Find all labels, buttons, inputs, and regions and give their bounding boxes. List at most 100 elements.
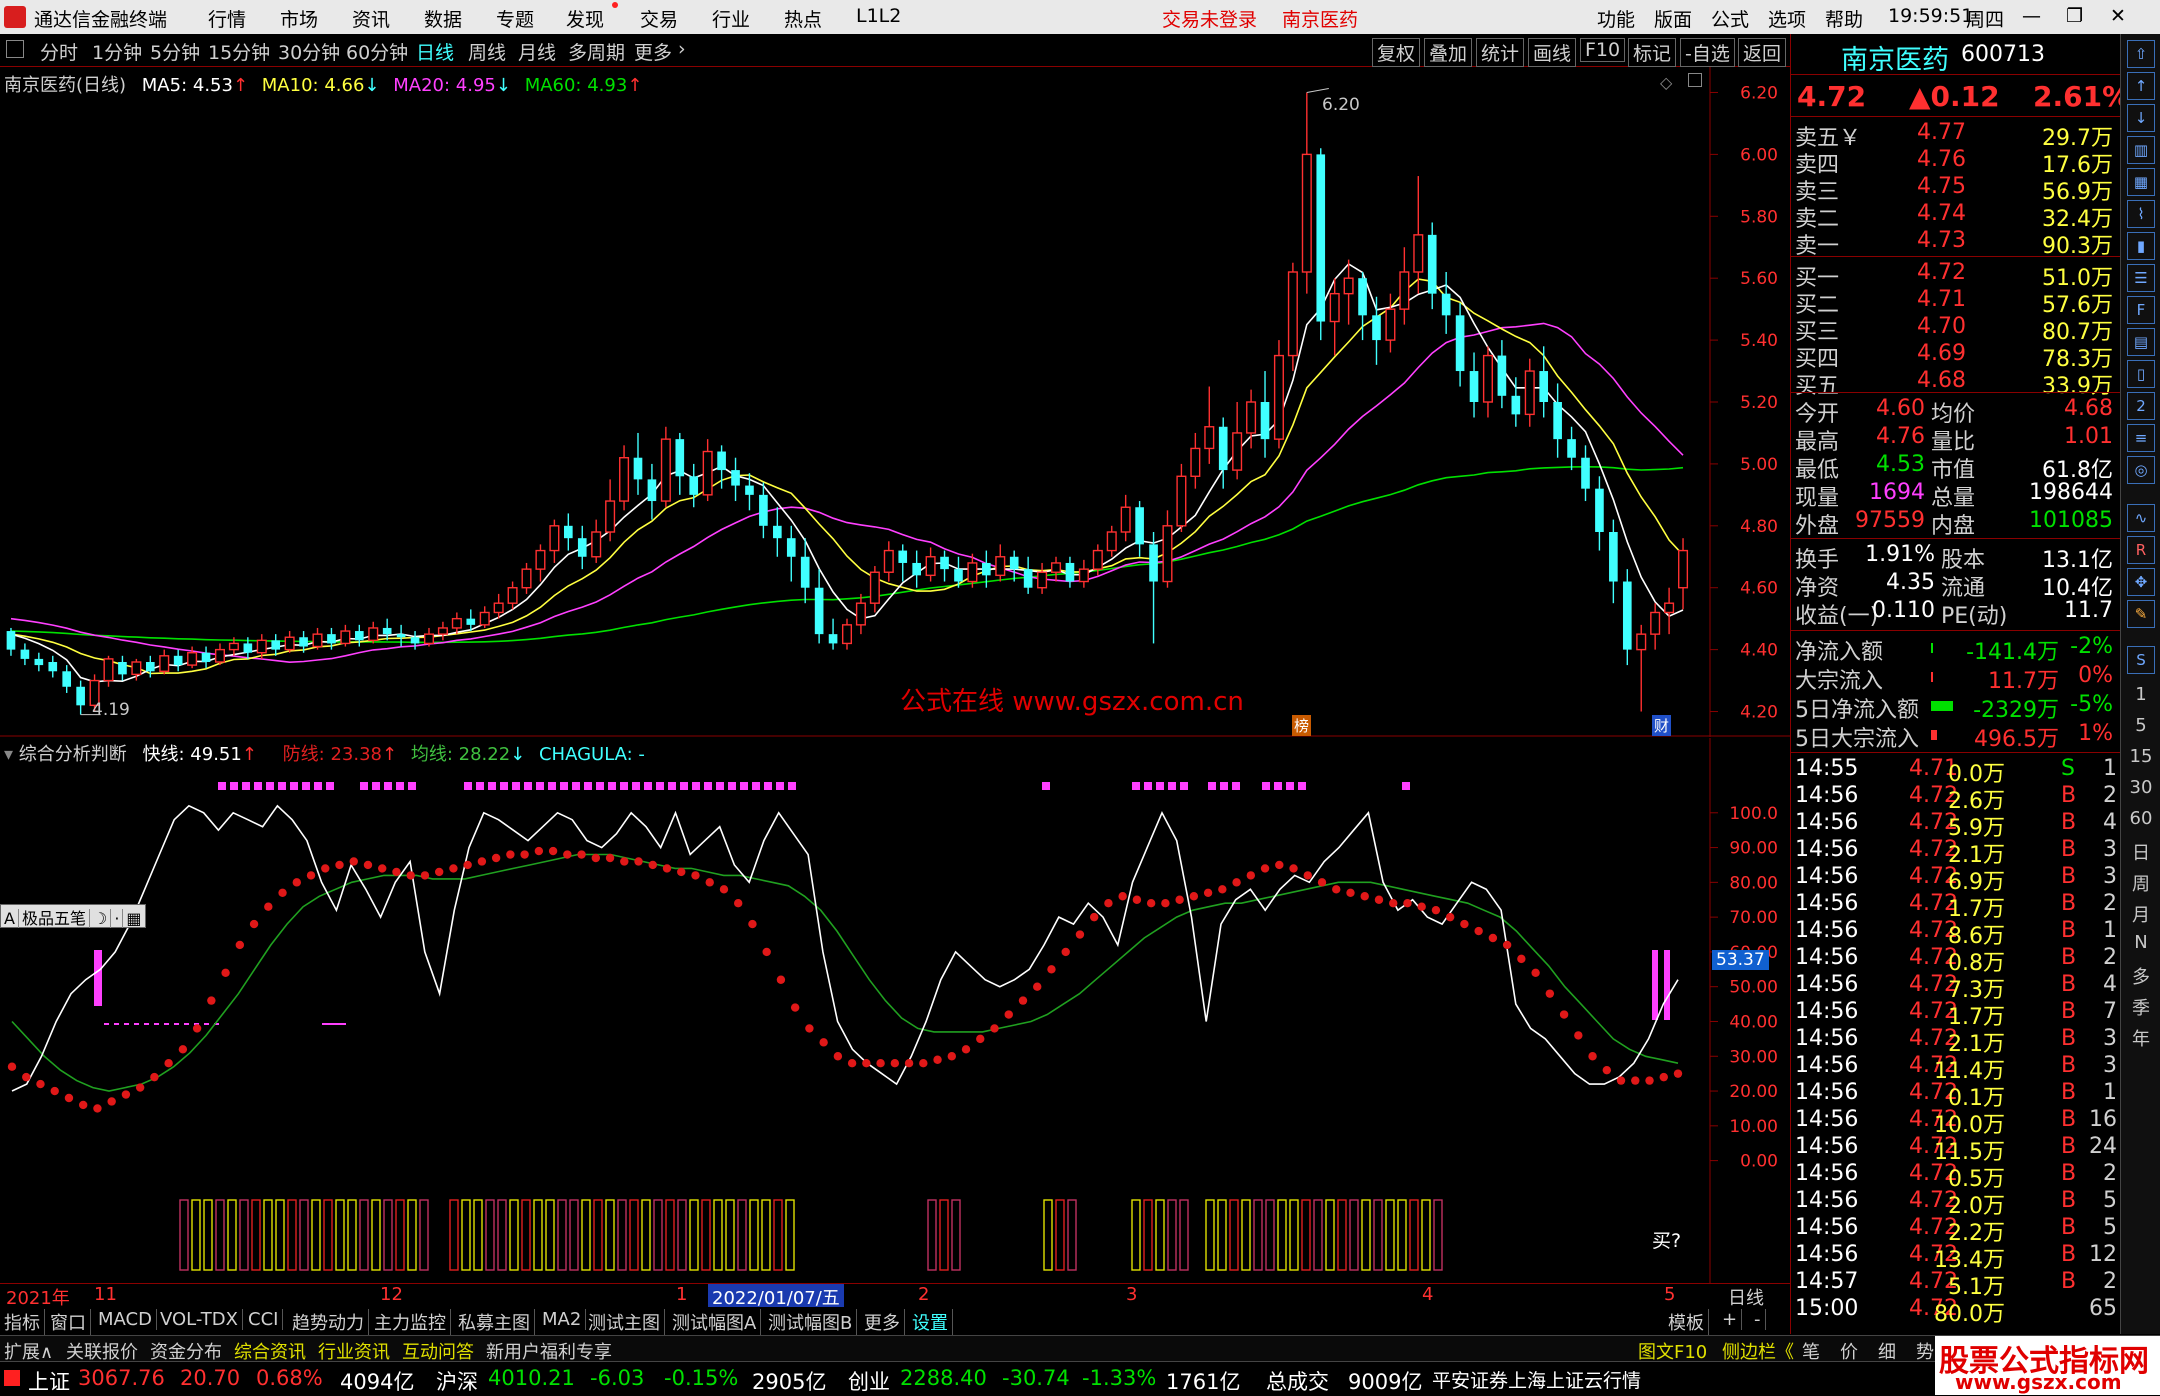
tool-f2-icon[interactable]: 2 <box>2127 392 2155 420</box>
login-status[interactable]: 交易未登录 <box>1162 5 1257 32</box>
tool-table-icon[interactable]: ▦ <box>2127 168 2155 196</box>
bang-marker[interactable]: 榜 <box>1292 715 1312 736</box>
period-5min[interactable]: 5分钟 <box>150 38 200 65</box>
chevron-right-icon[interactable]: › <box>678 38 686 60</box>
tab-template[interactable]: 模板 <box>1668 1309 1709 1335</box>
panel-toggle-icon[interactable] <box>6 40 24 58</box>
tab-more[interactable]: 更多 <box>864 1309 905 1335</box>
right-period-1[interactable]: 5 <box>2121 715 2160 736</box>
kline-svg[interactable]: 6.20 6.00 5.80 5.60 5.40 5.20 5.00 4.80 4.60 4.40… <box>0 67 1790 737</box>
restore-icon[interactable]: ❐ <box>2066 5 2083 27</box>
indicator-chart[interactable]: 100.090.0080.0070.0060.0050.0040.0030.00… <box>0 738 1790 1283</box>
period-more[interactable]: 更多 <box>634 38 672 65</box>
ask-row[interactable]: 卖四 4.76 17.6万 <box>1791 147 2121 178</box>
tab-ceshi-zhu[interactable]: 测试主图 <box>588 1309 665 1335</box>
period-60min[interactable]: 60分钟 <box>346 38 408 65</box>
right-period-7[interactable]: 月 <box>2121 901 2160 927</box>
period-monthly[interactable]: 月线 <box>518 38 556 65</box>
ime-keyboard-icon[interactable]: ▦ <box>122 909 145 928</box>
right-period-5[interactable]: 日 <box>2121 839 2160 865</box>
ask-row[interactable]: 卖三 4.75 56.9万 <box>1791 174 2121 205</box>
main-kline-chart[interactable]: 6.20 6.00 5.80 5.60 5.40 5.20 5.00 4.80 4.60 4.40… <box>0 67 1790 737</box>
period-daily[interactable]: 日线 <box>416 38 454 65</box>
tool-wave-icon[interactable]: ∿ <box>2127 504 2155 532</box>
tool-grid-icon[interactable]: ▤ <box>2127 328 2155 356</box>
menu-l1l2[interactable]: L1L2 <box>856 5 901 27</box>
menu-redian[interactable]: 热点 <box>784 5 822 32</box>
period-30min[interactable]: 30分钟 <box>278 38 340 65</box>
menu-hangqing[interactable]: 行情 <box>208 5 246 32</box>
ask-row[interactable]: 卖五￥ 4.77 29.7万 <box>1791 120 2121 151</box>
tab-simu[interactable]: 私募主图 <box>458 1309 535 1335</box>
right-period-4[interactable]: 60 <box>2121 808 2160 829</box>
indicator-collapse-icon[interactable]: ▾ <box>4 744 13 765</box>
menu-gongshi[interactable]: 公式 <box>1711 5 1749 32</box>
tab-remove[interactable]: - <box>1754 1309 1766 1330</box>
ime-moon-icon[interactable]: ☽ <box>88 909 111 928</box>
right-period-11[interactable]: 年 <box>2121 1025 2160 1051</box>
tool-move-icon[interactable]: ✥ <box>2127 568 2155 596</box>
right-period-8[interactable]: N <box>2121 932 2160 953</box>
indicator-svg[interactable]: 100.090.0080.0070.0060.0050.0040.0030.00… <box>0 738 1790 1283</box>
sh-name[interactable]: 上证 <box>28 1366 70 1396</box>
menu-zixun[interactable]: 资讯 <box>352 5 390 32</box>
bid-row[interactable]: 买一 4.72 51.0万 <box>1791 260 2121 291</box>
menu-gongneng[interactable]: 功能 <box>1597 5 1635 32</box>
period-fenshi[interactable]: 分时 <box>40 38 78 65</box>
tab-settings[interactable]: 设置 <box>912 1309 953 1335</box>
close-icon[interactable]: ✕ <box>2110 5 2126 27</box>
tool-pen-icon[interactable]: ✎ <box>2127 600 2155 628</box>
tool-arrow-up-icon[interactable]: ↑ <box>2127 72 2155 100</box>
menu-faxian[interactable]: 发现 <box>566 5 604 32</box>
expand-icon[interactable] <box>1688 73 1702 87</box>
right-period-3[interactable]: 30 <box>2121 777 2160 798</box>
tab-cci[interactable]: CCI <box>248 1309 284 1330</box>
bid-row[interactable]: 买二 4.71 57.6万 <box>1791 287 2121 318</box>
tool-tick-icon[interactable]: ≡ <box>2127 424 2155 452</box>
ime-logo-icon[interactable]: A <box>1 909 18 928</box>
bid-row[interactable]: 买五 4.68 33.9万 <box>1791 368 2121 399</box>
tool-tongji[interactable]: 统计 <box>1476 38 1525 67</box>
tool-huaxian[interactable]: 画线 <box>1528 38 1577 67</box>
tool-circle-icon[interactable]: ◎ <box>2127 456 2155 484</box>
bid-row[interactable]: 买三 4.70 80.7万 <box>1791 314 2121 345</box>
tool-biaoji[interactable]: 标记 <box>1628 38 1677 67</box>
tool-zixuan[interactable]: -自选 <box>1680 38 1735 67</box>
ime-punct-icon[interactable]: · <box>110 909 123 928</box>
tool-doc-icon[interactable]: ▯ <box>2127 360 2155 388</box>
cai-marker[interactable]: 财 <box>1652 715 1672 736</box>
menu-hangye[interactable]: 行业 <box>712 5 750 32</box>
period-weekly[interactable]: 周线 <box>468 38 506 65</box>
tool-fuquan[interactable]: 复权 <box>1372 38 1421 67</box>
ask-row[interactable]: 卖二 4.74 32.4万 <box>1791 201 2121 232</box>
tab-ceshi-a[interactable]: 测试幅图A <box>672 1309 762 1335</box>
ime-name[interactable]: 极品五笔 <box>17 909 89 928</box>
right-period-0[interactable]: 1 <box>2121 684 2160 705</box>
period-multi[interactable]: 多周期 <box>568 38 625 65</box>
tool-diejia[interactable]: 叠加 <box>1424 38 1473 67</box>
tab-zhuli[interactable]: 主力监控 <box>374 1309 451 1335</box>
tool-up-icon[interactable]: ⇧ <box>2127 40 2155 68</box>
menu-bangzhu[interactable]: 帮助 <box>1825 5 1863 32</box>
tool-bar-icon[interactable]: ▮ <box>2127 232 2155 260</box>
period-15min[interactable]: 15分钟 <box>208 38 270 65</box>
tab-ma2[interactable]: MA2 <box>542 1309 587 1330</box>
diamond-icon[interactable]: ◇ <box>1660 73 1672 92</box>
tool-list-icon[interactable]: ☰ <box>2127 264 2155 292</box>
tab-qushi[interactable]: 趋势动力 <box>292 1309 369 1335</box>
hs-name[interactable]: 沪深 <box>436 1366 478 1396</box>
menu-banmian[interactable]: 版面 <box>1654 5 1692 32</box>
tab-vol-tdx[interactable]: VOL-TDX <box>160 1309 243 1330</box>
tool-kline-icon[interactable]: ▥ <box>2127 136 2155 164</box>
tab-chuangkou[interactable]: 窗口 <box>50 1309 91 1335</box>
ask-row[interactable]: 卖一 4.73 90.3万 <box>1791 228 2121 259</box>
period-1min[interactable]: 1分钟 <box>92 38 142 65</box>
tool-fanhui[interactable]: 返回 <box>1738 38 1787 67</box>
tab-macd[interactable]: MACD <box>98 1309 157 1330</box>
ime-toolbar[interactable]: A 极品五笔 ☽ · ▦ <box>0 904 146 928</box>
bid-row[interactable]: 买四 4.69 78.3万 <box>1791 341 2121 372</box>
tool-f10[interactable]: F10 <box>1580 38 1626 62</box>
tab-add[interactable]: + <box>1722 1309 1743 1330</box>
right-period-6[interactable]: 周 <box>2121 870 2160 896</box>
menu-zhuanti[interactable]: 专题 <box>496 5 534 32</box>
